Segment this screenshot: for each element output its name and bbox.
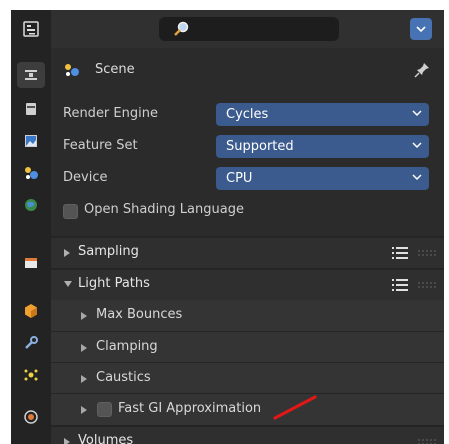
tab-tool[interactable] [17, 62, 45, 88]
feature-set-value: Supported [226, 139, 294, 154]
max-bounces-subpanel[interactable]: Max Bounces [51, 300, 444, 331]
presets-list-icon[interactable] [392, 246, 408, 260]
caustics-subpanel[interactable]: Caustics [51, 363, 444, 394]
tool-icon [25, 70, 37, 80]
options-menu-button[interactable] [410, 18, 432, 40]
search-icon [174, 21, 189, 36]
annotation-arrow [273, 395, 317, 420]
scene-name: Scene [95, 62, 135, 77]
collapsed-arrow-icon [64, 249, 70, 257]
clamping-label: Clamping [96, 339, 158, 354]
editor-header [51, 10, 444, 48]
caustics-label: Caustics [96, 370, 151, 385]
collapsed-arrow-icon [81, 312, 87, 320]
render-settings-panel: Render Engine Cycles Feature Set Support… [51, 94, 444, 234]
fast-gi-subpanel[interactable]: Fast GI Approximation [51, 394, 444, 425]
tab-view-layer[interactable] [17, 160, 45, 186]
collapsed-arrow-icon [64, 438, 70, 444]
collapsed-arrow-icon [81, 344, 87, 352]
volumes-section-header[interactable]: Volumes [51, 427, 444, 444]
tab-output[interactable] [17, 128, 45, 154]
tab-physics[interactable] [17, 404, 45, 430]
chevron-down-icon [412, 174, 422, 181]
render-engine-label: Render Engine [63, 106, 158, 121]
properties-editor-icon [23, 21, 39, 37]
tab-render[interactable] [17, 96, 45, 122]
render-engine-value: Cycles [226, 107, 269, 122]
collection-icon [25, 258, 37, 268]
physics-icon [24, 410, 38, 424]
light-paths-section-header[interactable]: Light Paths [51, 270, 444, 300]
feature-set-dropdown[interactable]: Supported [216, 135, 429, 158]
drag-handle-icon[interactable] [418, 439, 438, 444]
particles-icon [24, 369, 38, 381]
editor-type-button[interactable] [17, 16, 45, 42]
world-icon [25, 199, 37, 211]
drag-handle-icon[interactable] [418, 282, 438, 288]
osl-label: Open Shading Language [84, 202, 244, 217]
scene-icon [65, 64, 79, 76]
modifier-icon [25, 336, 38, 349]
chevron-down-icon [412, 110, 422, 117]
properties-tabs [11, 10, 51, 444]
feature-set-label: Feature Set [63, 138, 138, 153]
collapsed-arrow-icon [81, 375, 87, 383]
view-layer-icon [25, 167, 38, 179]
max-bounces-label: Max Bounces [96, 307, 183, 322]
sampling-label: Sampling [78, 244, 139, 259]
fast-gi-label: Fast GI Approximation [118, 401, 262, 416]
pin-icon[interactable] [414, 62, 430, 78]
tab-scene[interactable] [17, 192, 45, 218]
presets-list-icon[interactable] [392, 278, 408, 292]
drag-handle-icon[interactable] [418, 250, 438, 256]
render-icon [26, 103, 36, 115]
chevron-down-icon [412, 142, 422, 149]
collapsed-arrow-icon [81, 406, 87, 414]
osl-checkbox[interactable] [63, 204, 78, 219]
fast-gi-checkbox[interactable] [97, 402, 112, 417]
search-field[interactable] [159, 17, 339, 41]
properties-editor: Scene Render Engine Cycles Feature Set S… [11, 10, 444, 444]
output-icon [25, 135, 37, 147]
tab-object[interactable] [17, 298, 45, 324]
clamping-subpanel[interactable]: Clamping [51, 332, 444, 363]
expanded-arrow-icon [64, 281, 72, 287]
sampling-section-header[interactable]: Sampling [51, 238, 444, 268]
context-breadcrumb: Scene [51, 56, 444, 86]
device-value: CPU [226, 171, 253, 186]
light-paths-label: Light Paths [78, 276, 150, 291]
chevron-down-icon [416, 26, 426, 33]
device-label: Device [63, 170, 108, 185]
device-dropdown[interactable]: CPU [216, 167, 429, 190]
render-engine-dropdown[interactable]: Cycles [216, 103, 429, 126]
tab-collection[interactable] [17, 250, 45, 276]
tab-modifiers[interactable] [17, 330, 45, 356]
tab-particles[interactable] [17, 362, 45, 388]
volumes-label: Volumes [78, 433, 134, 444]
object-icon [25, 304, 37, 318]
